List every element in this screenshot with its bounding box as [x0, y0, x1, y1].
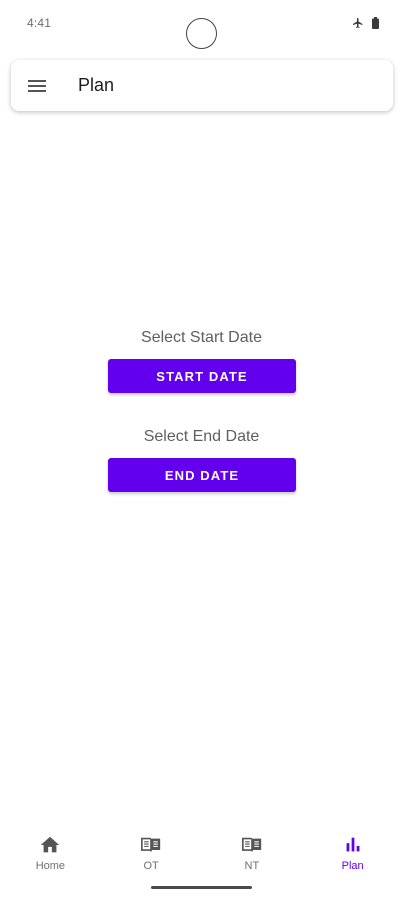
status-icons [352, 17, 379, 29]
nav-item-plan[interactable]: Plan [302, 822, 403, 882]
end-date-section: Select End Date [0, 427, 403, 447]
start-date-label: Select Start Date [141, 329, 262, 346]
nav-label-nt: NT [244, 860, 260, 872]
book-icon [241, 837, 262, 852]
status-time: 4:41 [27, 16, 52, 30]
start-date-section: Select Start Date [0, 328, 403, 348]
end-date-label: Select End Date [143, 428, 260, 445]
screen: 4:41 Plan Select Start Date START DATE S… [0, 0, 403, 900]
nav-label-plan: Plan [341, 860, 364, 872]
bottom-navigation: Home OT NT Plan [0, 822, 403, 882]
end-date-button[interactable]: END DATE [108, 458, 296, 492]
home-indicator[interactable] [151, 886, 252, 889]
menu-button[interactable] [26, 75, 48, 97]
airplane-icon [353, 18, 363, 28]
top-app-bar: Plan [11, 60, 393, 111]
bar-chart-icon [346, 837, 360, 852]
page-title: Plan [78, 75, 115, 95]
nav-item-home[interactable]: Home [0, 822, 101, 882]
status-bar: 4:41 [0, 0, 403, 50]
nav-label-ot: OT [143, 860, 159, 872]
battery-icon [372, 17, 379, 29]
nav-item-nt[interactable]: NT [202, 822, 303, 882]
book-icon [141, 837, 161, 852]
home-icon [41, 836, 60, 853]
camera-cutout [186, 18, 217, 49]
menu-icon [28, 80, 46, 92]
nav-label-home: Home [35, 860, 66, 872]
start-date-button[interactable]: START DATE [108, 359, 296, 393]
nav-item-ot[interactable]: OT [101, 822, 202, 882]
